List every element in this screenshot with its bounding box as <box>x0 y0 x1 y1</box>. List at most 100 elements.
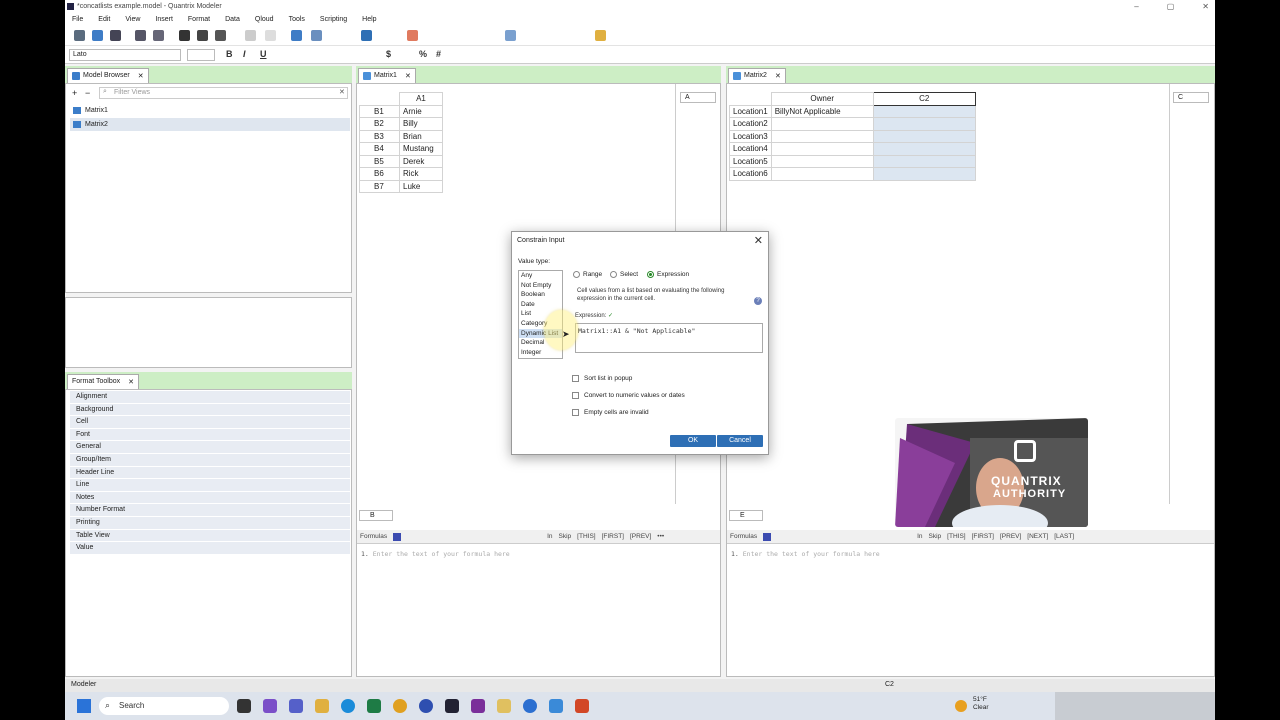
tree-item-matrix1[interactable]: Matrix1 <box>70 104 350 117</box>
data-cell[interactable]: Derek <box>399 154 443 168</box>
minimize-button[interactable]: – <box>1134 2 1138 11</box>
close-icon[interactable]: ✕ <box>754 234 763 247</box>
menu-insert[interactable]: Insert <box>155 16 173 23</box>
chrome-icon[interactable] <box>393 699 407 713</box>
fmt-table-view[interactable]: Table View <box>70 529 350 543</box>
row-header[interactable]: Location1 <box>729 104 772 118</box>
token-first[interactable]: [FIRST] <box>972 533 994 540</box>
more-icon[interactable]: ••• <box>657 533 664 540</box>
function-icon[interactable] <box>763 533 772 541</box>
row-header[interactable]: B5 <box>359 154 400 168</box>
windows-start-icon[interactable] <box>77 699 91 713</box>
row-header[interactable]: Location2 <box>729 117 772 131</box>
fmt-header-line[interactable]: Header Line <box>70 466 350 480</box>
checkbox-sort-list[interactable]: Sort list in popup <box>572 375 632 382</box>
menu-view[interactable]: View <box>125 16 140 23</box>
print-icon[interactable] <box>135 30 146 41</box>
menu-tools[interactable]: Tools <box>289 16 305 23</box>
list-icon[interactable] <box>361 30 372 41</box>
token-skip[interactable]: Skip <box>929 533 942 540</box>
row-header[interactable]: B1 <box>359 104 400 118</box>
tab-model-browser[interactable]: Model Browser ✕ <box>67 68 149 83</box>
matrix1-formula-editor[interactable]: 1. Enter the text of your formula here <box>357 545 720 675</box>
column-tray-item[interactable]: C <box>1173 92 1209 103</box>
row-header[interactable]: B4 <box>359 142 400 156</box>
row-header[interactable]: Location6 <box>729 167 772 181</box>
excel-icon[interactable] <box>367 699 381 713</box>
row-header[interactable]: B2 <box>359 117 400 131</box>
weather-widget[interactable]: 51°F Clear <box>973 696 989 712</box>
data-cell[interactable] <box>872 104 976 118</box>
token-first[interactable]: [FIRST] <box>602 533 624 540</box>
data-cell[interactable]: BillyNot Applicable <box>770 104 874 118</box>
print-preview-icon[interactable] <box>153 30 164 41</box>
remove-view-button[interactable]: − <box>85 88 90 98</box>
data-cell[interactable] <box>872 117 976 131</box>
token-this[interactable]: [THIS] <box>947 533 965 540</box>
data-cell[interactable]: Rick <box>399 167 443 181</box>
font-size-select[interactable] <box>187 49 215 61</box>
column-header[interactable]: Owner <box>770 92 874 106</box>
data-cell[interactable] <box>872 129 976 143</box>
close-icon[interactable]: ✕ <box>405 72 411 83</box>
data-cell[interactable]: Arnie <box>399 104 443 118</box>
data-cell[interactable] <box>770 129 874 143</box>
row-header[interactable]: B7 <box>359 179 400 193</box>
teams-icon[interactable] <box>289 699 303 713</box>
menu-format[interactable]: Format <box>188 16 210 23</box>
row-header[interactable]: Location3 <box>729 129 772 143</box>
tab-format-toolbox[interactable]: Format Toolbox ✕ <box>67 374 139 389</box>
value-type-not-empty[interactable]: Not Empty <box>519 281 562 291</box>
token-in[interactable]: In <box>547 533 552 540</box>
open-icon[interactable] <box>92 30 103 41</box>
column-header[interactable]: A1 <box>399 92 443 106</box>
value-type-boolean[interactable]: Boolean <box>519 290 562 300</box>
column-header-selected[interactable]: C2 <box>872 92 976 106</box>
token-this[interactable]: [THIS] <box>577 533 595 540</box>
close-icon[interactable]: ✕ <box>775 72 781 83</box>
find-icon[interactable] <box>595 30 606 41</box>
add-view-button[interactable]: + <box>72 88 77 98</box>
ok-button[interactable]: OK <box>670 435 716 447</box>
fmt-background[interactable]: Background <box>70 403 350 417</box>
menu-data[interactable]: Data <box>225 16 240 23</box>
token-last[interactable]: [LAST] <box>1054 533 1074 540</box>
folder-icon[interactable] <box>497 699 511 713</box>
maximize-button[interactable]: ▢ <box>1167 2 1175 11</box>
recorder-icon[interactable] <box>523 699 537 713</box>
redo-icon[interactable] <box>265 30 276 41</box>
radio-range[interactable]: Range <box>573 271 602 278</box>
add-matrix-icon[interactable] <box>291 30 302 41</box>
powerpoint-icon[interactable] <box>575 699 589 713</box>
font-select[interactable]: Lato <box>69 49 181 61</box>
save-icon[interactable] <box>110 30 121 41</box>
token-in[interactable]: In <box>917 533 922 540</box>
taskbar-search[interactable]: ⌕ Search <box>99 697 229 715</box>
menu-file[interactable]: File <box>72 16 83 23</box>
copy-icon[interactable] <box>197 30 208 41</box>
filter-views-input[interactable]: Filter Views <box>99 87 348 99</box>
menu-edit[interactable]: Edit <box>98 16 110 23</box>
radio-expression[interactable]: Expression <box>647 271 689 278</box>
clear-filter-icon[interactable]: ✕ <box>339 88 345 96</box>
data-cell[interactable] <box>872 154 976 168</box>
task-view-icon[interactable] <box>237 699 251 713</box>
fmt-line[interactable]: Line <box>70 479 350 492</box>
row-header[interactable]: B3 <box>359 129 400 143</box>
copilot-icon[interactable] <box>263 699 277 713</box>
menu-help[interactable]: Help <box>362 16 376 23</box>
italic-button[interactable]: I <box>243 49 246 59</box>
fmt-group-item[interactable]: Group/Item <box>70 454 350 467</box>
row-header[interactable]: B6 <box>359 167 400 181</box>
fmt-cell[interactable]: Cell <box>70 416 350 429</box>
menu-scripting[interactable]: Scripting <box>320 16 347 23</box>
fmt-font[interactable]: Font <box>70 428 350 442</box>
data-cell[interactable] <box>770 142 874 156</box>
tree-item-matrix2[interactable]: Matrix2 <box>70 118 350 131</box>
table-view-icon[interactable] <box>505 30 516 41</box>
bold-button[interactable]: B <box>226 49 233 59</box>
data-cell[interactable] <box>872 142 976 156</box>
token-prev[interactable]: [PREV] <box>1000 533 1021 540</box>
token-prev[interactable]: [PREV] <box>630 533 651 540</box>
fmt-general[interactable]: General <box>70 441 350 454</box>
